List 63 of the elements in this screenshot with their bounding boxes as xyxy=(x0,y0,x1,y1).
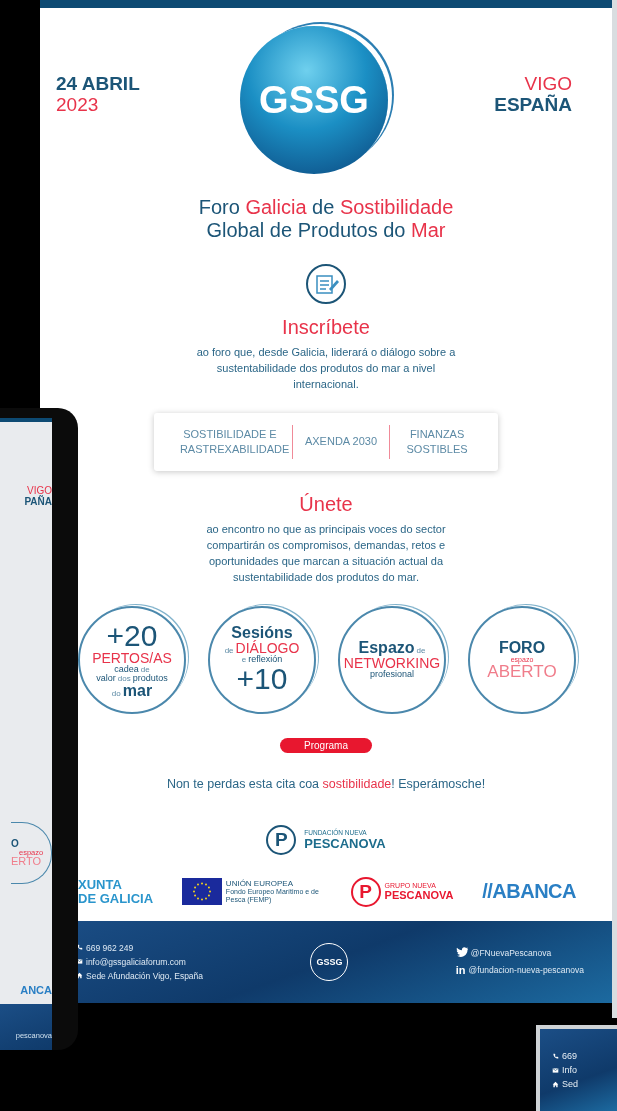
contact-text: Info xyxy=(562,1065,577,1075)
join-text: ao encontro no que as principais voces do sector compartirán os compromisos, demandas, retos e oportunidades que marcan a situación actual da sustentabilidade dos produtos do mar. xyxy=(205,521,447,585)
badge-text: dos xyxy=(117,674,131,683)
badge-text: +10 xyxy=(236,664,288,695)
sponsor-name: UNIÓN EUROPEA xyxy=(225,879,294,889)
closing-sentence: Non te perdas esta cita coa sostibilidade! Esperámosche! xyxy=(166,776,486,791)
badge-text: PERTOS/AS xyxy=(92,650,172,665)
topic-label: SOSTIBILIDADE E RASTREXABILIDADE xyxy=(178,426,291,457)
event-year: 2023 xyxy=(56,95,100,116)
sponsor-name: PESCANOVA xyxy=(304,835,386,851)
social-handle: @FNuevaPescanova xyxy=(470,947,552,958)
contact-text: Sed xyxy=(562,1079,578,1089)
sponsor-name: PESCANOVA xyxy=(384,889,454,902)
badge-text: O xyxy=(11,838,19,849)
phone-icon xyxy=(552,1052,559,1060)
badge-text: reflexión xyxy=(248,655,283,665)
contact-text: 669 962 249 xyxy=(86,942,134,953)
social-handle: @fundacion-nueva-pescanova xyxy=(468,965,584,976)
badge-text: e xyxy=(241,656,247,665)
event-city: VIGO xyxy=(27,486,52,496)
badge-text: de xyxy=(140,665,150,674)
forum-title: Global de Produtos do Mar xyxy=(206,219,446,242)
pescanova-logo-mark: P xyxy=(266,824,297,855)
event-date: 24 ABRIL xyxy=(56,74,141,95)
badge-text: +20 xyxy=(106,620,158,651)
contact-text: Sede Afundación Vigo, España xyxy=(86,970,204,981)
linkedin-icon: in xyxy=(455,964,466,977)
badge-text: ABERTO xyxy=(487,662,557,680)
signup-heading: Inscríbete xyxy=(282,316,370,339)
topic-label: AXENDA 2030 xyxy=(303,434,379,450)
badge-text: DIÁLOGO xyxy=(235,641,300,656)
badge-text: profesional xyxy=(370,670,414,680)
badge-text: mar xyxy=(122,682,153,699)
event-city: VIGO xyxy=(524,74,572,95)
badge-text: Espazo xyxy=(358,640,415,657)
eu-flag-icon xyxy=(181,878,222,906)
topic-label: FINANZAS SOSTIBLES xyxy=(405,426,469,457)
badge-text: do xyxy=(111,689,121,698)
sponsor-name: ANCA xyxy=(20,984,52,996)
home-icon xyxy=(552,1080,559,1088)
program-button[interactable]: Programa xyxy=(280,737,372,753)
event-country: PAÑA xyxy=(24,496,52,507)
forum-title: Foro Galicia de Sostibilidade xyxy=(198,196,454,219)
badge-text: produtos xyxy=(132,673,168,683)
badge-text: NETWORKING xyxy=(343,656,441,671)
join-heading: Únete xyxy=(299,492,353,516)
badge-text: de xyxy=(224,647,234,656)
signup-text: ao foro que, desde Galicia, liderará o diálogo sobre a sustentabilidade dos produtos do mar a nivel internacional. xyxy=(195,345,457,392)
event-country: ESPAÑA xyxy=(494,95,572,116)
contact-text: 669 xyxy=(562,1051,578,1061)
badge-text: de xyxy=(416,647,426,656)
bird-icon xyxy=(455,947,468,959)
sponsor-name: DE GALICIA xyxy=(78,891,154,906)
badge-text: cadea xyxy=(114,664,139,674)
badge-text: valor xyxy=(96,673,116,683)
sponsor-name: //ABANCA xyxy=(482,880,576,904)
mail-icon xyxy=(552,1066,559,1074)
badge-text: FORO xyxy=(498,639,546,656)
sponsor-name: XUNTA xyxy=(78,877,123,892)
edit-document-icon xyxy=(304,262,348,306)
badge-text: ERTO xyxy=(11,856,42,868)
pescanova-logo-mark: P xyxy=(350,876,381,907)
contact-text: info@gssgaliciaforum.com xyxy=(86,956,186,967)
